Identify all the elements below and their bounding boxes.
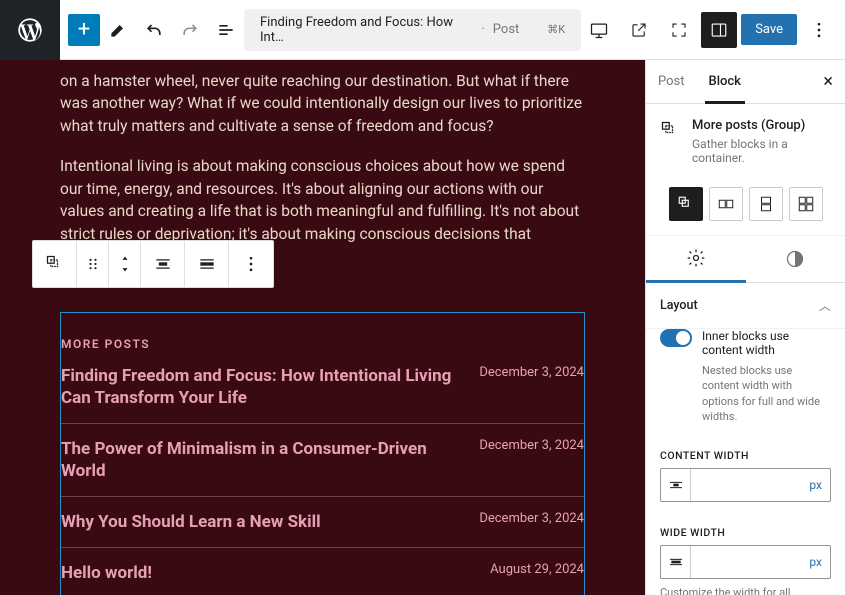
options-menu-icon[interactable] [801, 12, 837, 48]
wide-width-input[interactable]: px [660, 545, 831, 579]
editor-canvas[interactable]: on a hamster wheel, never quite reaching… [0, 60, 645, 595]
settings-tab-icon[interactable] [646, 236, 746, 283]
fullscreen-icon[interactable] [661, 12, 697, 48]
variation-grid-icon[interactable] [789, 187, 823, 221]
group-variations [646, 179, 845, 236]
undo-icon[interactable] [136, 12, 172, 48]
document-title-bar[interactable]: Finding Freedom and Focus: How Int… · Po… [244, 9, 581, 51]
move-arrows-icon[interactable] [109, 241, 141, 287]
more-posts-heading[interactable]: MORE POSTS [61, 337, 584, 351]
block-options-icon[interactable] [229, 241, 273, 287]
edit-mode-icon[interactable] [100, 12, 136, 48]
align-wide-icon[interactable] [185, 241, 229, 287]
unit-label[interactable]: px [801, 555, 830, 569]
unit-label[interactable]: px [801, 478, 830, 492]
toggle-help: Nested blocks use content width with opt… [702, 363, 831, 425]
variation-stack-icon[interactable] [749, 187, 783, 221]
chevron-up-icon: ︿ [819, 297, 831, 314]
wide-width-field[interactable] [691, 555, 801, 569]
sidebar-tabs: Post Block × [646, 60, 845, 104]
add-block-button[interactable]: + [68, 14, 100, 46]
post-list: Finding Freedom and Focus: How Intention… [61, 351, 584, 595]
block-toolbar [32, 240, 274, 288]
document-overview-icon[interactable] [208, 12, 244, 48]
post-row[interactable]: Finding Freedom and Focus: How Intention… [61, 351, 584, 424]
wordpress-logo[interactable] [0, 0, 60, 60]
post-title[interactable]: Hello world! [61, 562, 152, 584]
drag-handle-icon[interactable] [77, 241, 109, 287]
toggle-label: Inner blocks use content width [702, 329, 831, 357]
post-row[interactable]: The Power of Minimalism in a Consumer-Dr… [61, 424, 584, 497]
width-indicator-icon [661, 469, 691, 501]
redo-icon[interactable] [172, 12, 208, 48]
close-sidebar-icon[interactable]: × [811, 71, 845, 92]
shortcut-hint: ⌘K [547, 23, 565, 36]
view-external-icon[interactable] [621, 12, 657, 48]
wide-width-label: WIDE WIDTH [660, 526, 831, 539]
block-card-desc: Gather blocks in a container. [692, 137, 831, 165]
post-title[interactable]: Finding Freedom and Focus: How Intention… [61, 365, 461, 409]
tab-post[interactable]: Post [646, 60, 697, 103]
variation-group-icon[interactable] [669, 187, 703, 221]
post-title[interactable]: The Power of Minimalism in a Consumer-Dr… [61, 438, 461, 482]
settings-sidebar: Post Block × More posts (Group) Gather b… [645, 60, 845, 595]
variation-row-icon[interactable] [709, 187, 743, 221]
block-type-icon[interactable] [33, 241, 77, 287]
styles-tab-icon[interactable] [746, 236, 845, 282]
view-desktop-icon[interactable] [581, 12, 617, 48]
post-date: December 3, 2024 [479, 365, 584, 382]
group-block-icon [660, 120, 680, 140]
width-help: Customize the width for all elements tha… [660, 585, 831, 595]
post-title[interactable]: Why You Should Learn a New Skill [61, 511, 321, 533]
align-none-icon[interactable] [141, 241, 185, 287]
tab-block[interactable]: Block [697, 60, 753, 103]
width-indicator-icon [661, 546, 691, 578]
block-card: More posts (Group) Gather blocks in a co… [646, 104, 845, 179]
content-width-field[interactable] [691, 478, 801, 492]
document-title: Finding Freedom and Focus: How Int… [260, 15, 473, 45]
content-width-input[interactable]: px [660, 468, 831, 502]
content-width-toggle[interactable] [660, 329, 692, 347]
save-button[interactable]: Save [741, 14, 797, 45]
post-date: December 3, 2024 [479, 511, 584, 528]
top-toolbar: + Finding Freedom and Focus: How Int… · … [0, 0, 845, 60]
paragraph-block[interactable]: on a hamster wheel, never quite reaching… [60, 70, 585, 137]
post-date: August 29, 2024 [490, 562, 584, 579]
post-row[interactable]: Why You Should Learn a New Skill December… [61, 497, 584, 548]
inspector-sub-tabs [646, 236, 845, 283]
layout-panel-header[interactable]: Layout ︿ [646, 283, 845, 329]
selected-group-block[interactable]: MORE POSTS Finding Freedom and Focus: Ho… [60, 312, 585, 595]
post-row[interactable]: Hello world! August 29, 2024 [61, 548, 584, 595]
document-type: Post [493, 22, 520, 37]
content-width-label: CONTENT WIDTH [660, 449, 831, 462]
block-card-name: More posts (Group) [692, 118, 831, 133]
post-date: December 3, 2024 [479, 438, 584, 455]
settings-panel-toggle[interactable] [701, 12, 737, 48]
